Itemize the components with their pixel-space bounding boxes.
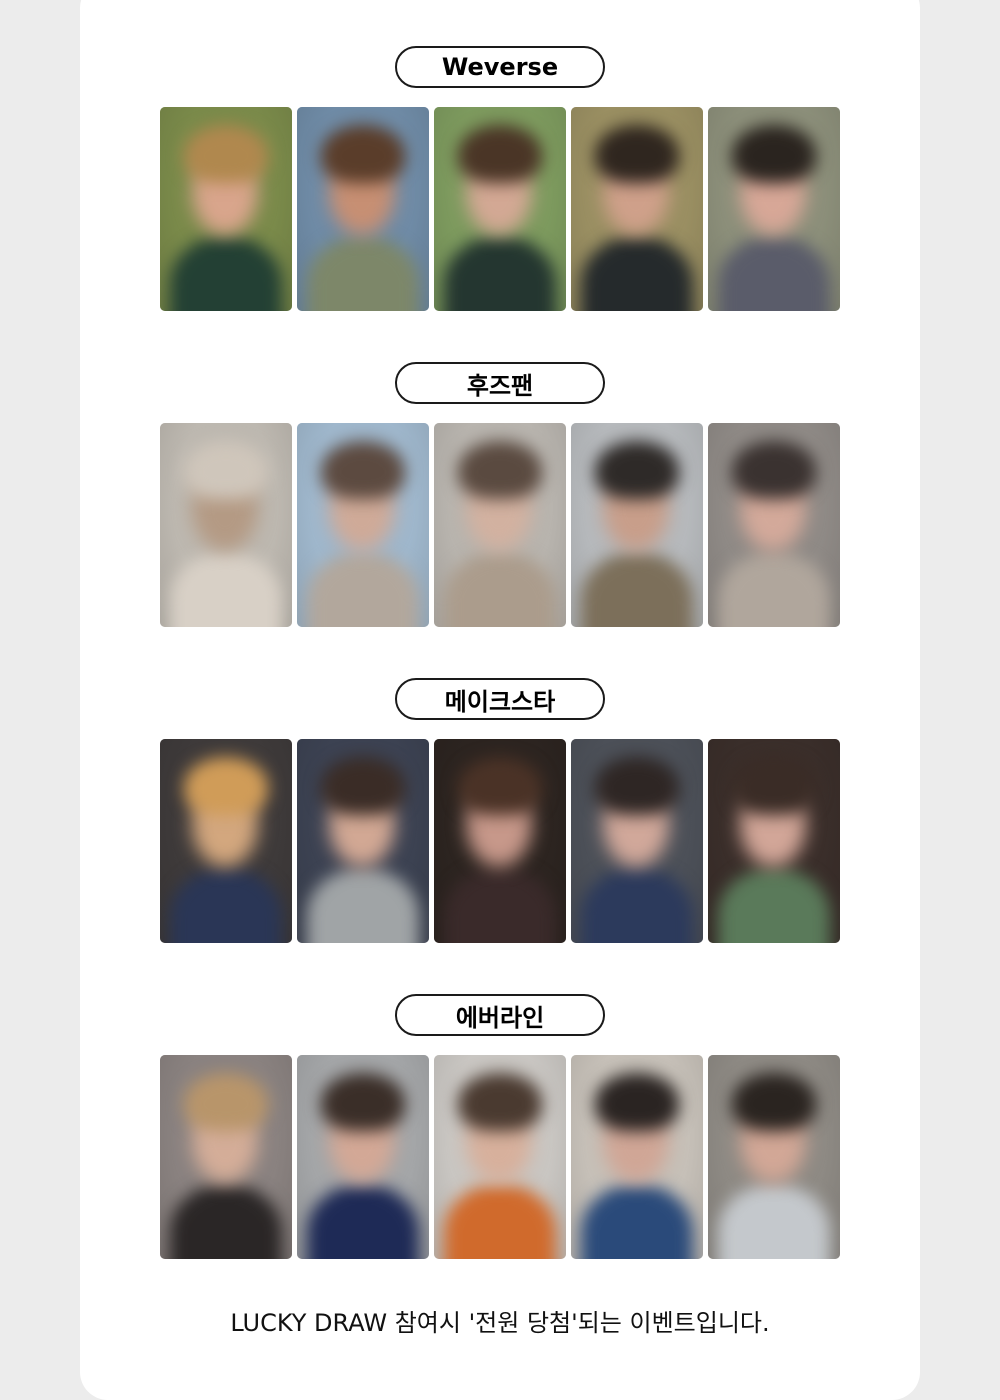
photocard-image xyxy=(434,423,566,627)
photocard-image xyxy=(160,739,292,943)
photocard-image xyxy=(571,739,703,943)
section-label: 에버라인 xyxy=(395,994,605,1036)
section-label: 후즈팬 xyxy=(395,362,605,404)
section-label: Weverse xyxy=(395,46,605,88)
photocard-image xyxy=(160,1055,292,1259)
photocard-image xyxy=(160,107,292,311)
photocard-row xyxy=(160,107,840,311)
photocard-image xyxy=(571,1055,703,1259)
photocard-image xyxy=(434,739,566,943)
photocard-image xyxy=(571,107,703,311)
photocard-image xyxy=(434,1055,566,1259)
photocard-image xyxy=(297,107,429,311)
photocard-image xyxy=(297,1055,429,1259)
photocard-image xyxy=(708,739,840,943)
photocard-image xyxy=(434,107,566,311)
photocard-image xyxy=(708,107,840,311)
photocard-image xyxy=(160,423,292,627)
photocard-row xyxy=(160,423,840,627)
event-notice-text: LUCKY DRAW 참여시 '전원 당첨'되는 이벤트입니다. xyxy=(230,1309,770,1337)
photocard-image xyxy=(571,423,703,627)
photocard-image xyxy=(708,1055,840,1259)
photocard-image xyxy=(297,739,429,943)
photocard-image xyxy=(297,423,429,627)
section-label: 메이크스타 xyxy=(395,678,605,720)
photocard-image xyxy=(708,423,840,627)
photocard-row xyxy=(160,1055,840,1259)
photocard-row xyxy=(160,739,840,943)
